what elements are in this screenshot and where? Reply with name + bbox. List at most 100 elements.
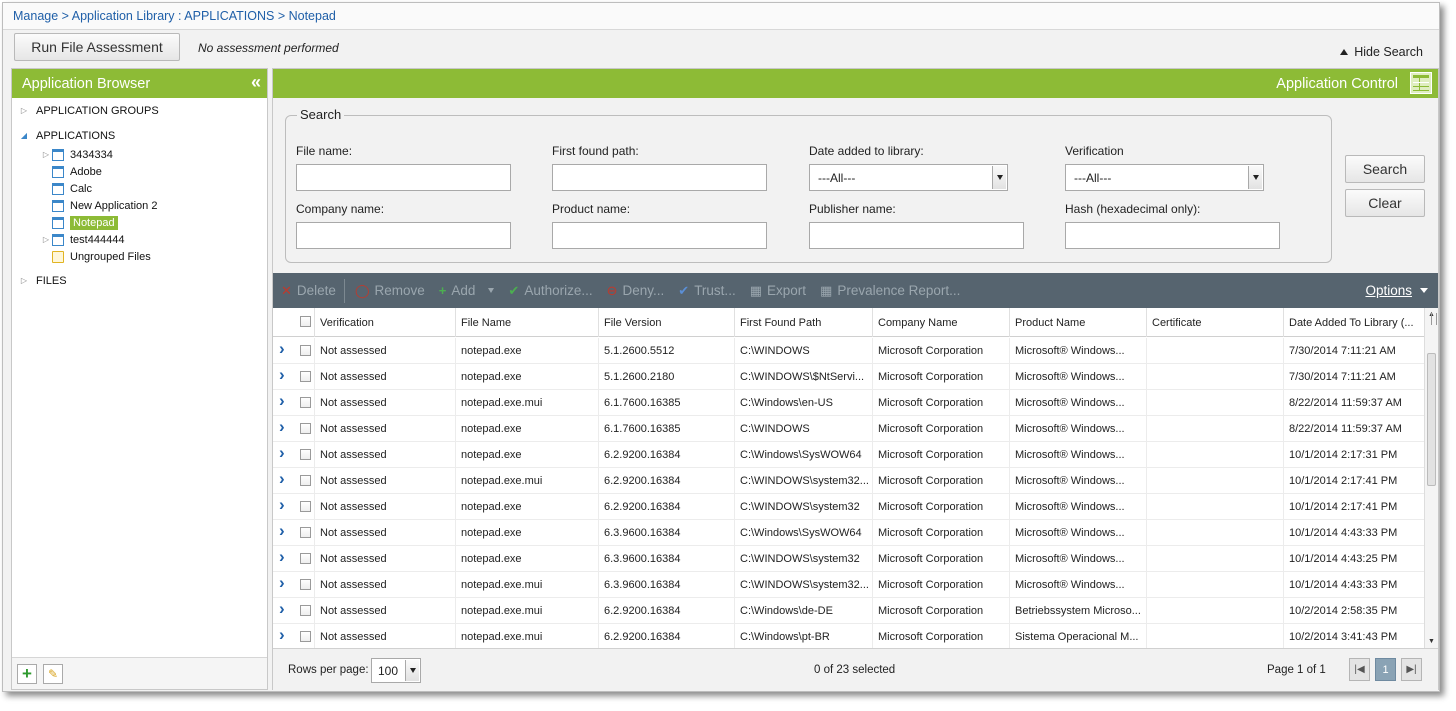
scrollbar-thumb[interactable] <box>1427 353 1436 486</box>
clear-button[interactable]: Clear <box>1345 189 1425 217</box>
row-checkbox[interactable] <box>300 423 311 434</box>
tree-item[interactable]: ▷ 3434334 <box>40 146 113 163</box>
verification-select[interactable]: ---All--- <box>1065 164 1264 191</box>
add-dropdown-icon[interactable] <box>488 288 495 293</box>
add-button[interactable]: + Add <box>439 283 495 298</box>
expand-arrow-icon[interactable]: ▷ <box>40 150 52 159</box>
row-checkbox[interactable] <box>300 527 311 538</box>
expand-row-icon[interactable]: › <box>279 547 285 567</box>
options-menu[interactable]: Options <box>1365 283 1412 298</box>
expand-arrow-icon[interactable]: ▷ <box>18 276 30 285</box>
tree-item[interactable]: New Application 2 <box>40 197 157 214</box>
row-checkbox[interactable] <box>300 605 311 616</box>
search-button[interactable]: Search <box>1345 155 1425 183</box>
expand-row-icon[interactable]: › <box>279 339 285 359</box>
tree-item[interactable]: ▷ APPLICATION GROUPS <box>18 102 159 119</box>
rows-per-page-select[interactable]: 100 <box>371 658 421 683</box>
collapse-arrow-icon[interactable]: ◢ <box>18 131 30 140</box>
current-page-button[interactable]: 1 <box>1375 658 1396 681</box>
first-found-path-input[interactable] <box>552 164 767 191</box>
breadcrumb[interactable]: Manage > Application Library : APPLICATI… <box>3 3 1439 30</box>
delete-button[interactable]: ✕ Delete <box>281 283 336 299</box>
table-row[interactable]: › Not assessed notepad.exe.mui 6.3.9600.163… <box>273 572 1424 598</box>
tree-item[interactable]: ▷ test444444 <box>40 231 124 248</box>
row-checkbox[interactable] <box>300 397 311 408</box>
table-row[interactable]: › Not assessed notepad.exe 6.3.9600.16384 C:… <box>273 520 1424 546</box>
add-group-icon[interactable]: + <box>17 664 37 684</box>
tree-item[interactable]: ◢ APPLICATIONS <box>18 127 115 144</box>
first-page-icon[interactable]: |◀ <box>1349 658 1370 681</box>
row-checkbox[interactable] <box>300 475 311 486</box>
column-header[interactable]: Product Name <box>1009 308 1146 337</box>
dropdown-arrow-icon[interactable] <box>405 660 419 681</box>
scroll-down-icon[interactable]: ▼ <box>1428 638 1435 645</box>
row-checkbox[interactable] <box>300 345 311 356</box>
table-cell: Microsoft Corporation <box>872 390 1009 416</box>
edit-group-icon[interactable]: ✎ <box>43 664 63 684</box>
vertical-scrollbar[interactable]: ▲ ▼ <box>1424 308 1438 648</box>
options-dropdown-icon[interactable] <box>1420 288 1428 293</box>
export-button[interactable]: ▦ Export <box>750 283 806 299</box>
row-checkbox[interactable] <box>300 631 311 642</box>
table-row[interactable]: › Not assessed notepad.exe.mui 6.2.9200.163… <box>273 468 1424 494</box>
remove-button[interactable]: ◯ Remove <box>355 283 425 299</box>
row-checkbox[interactable] <box>300 449 311 460</box>
date-added-select[interactable]: ---All--- <box>809 164 1008 191</box>
file-name-input[interactable] <box>296 164 511 191</box>
column-header[interactable]: Company Name <box>872 308 1009 337</box>
row-checkbox[interactable] <box>300 553 311 564</box>
table-row[interactable]: › Not assessed notepad.exe 5.1.2600.2180 C:\… <box>273 364 1424 390</box>
expand-row-icon[interactable]: › <box>279 521 285 541</box>
tree-item[interactable]: ▷ FILES <box>18 272 67 289</box>
expand-row-icon[interactable]: › <box>279 365 285 385</box>
table-row[interactable]: › Not assessed notepad.exe 6.3.9600.16384 C:… <box>273 546 1424 572</box>
row-checkbox[interactable] <box>300 501 311 512</box>
collapse-panel-icon[interactable]: « <box>251 73 261 91</box>
expand-row-icon[interactable]: › <box>279 625 285 645</box>
expand-row-icon[interactable]: › <box>279 495 285 515</box>
company-name-input[interactable] <box>296 222 511 249</box>
tree-item[interactable]: Adobe <box>40 163 102 180</box>
select-all-checkbox[interactable] <box>300 316 311 327</box>
table-view-icon[interactable] <box>1410 72 1432 94</box>
trust-button[interactable]: ✔ Trust... <box>678 283 735 299</box>
table-row[interactable]: › Not assessed notepad.exe 5.1.2600.5512 C:\… <box>273 338 1424 364</box>
row-checkbox[interactable] <box>300 579 311 590</box>
table-row[interactable]: › Not assessed notepad.exe.mui 6.2.9200.163… <box>273 598 1424 624</box>
hide-search-toggle[interactable]: Hide Search <box>1340 45 1423 59</box>
column-header[interactable]: Certificate <box>1146 308 1283 337</box>
hash-input[interactable] <box>1065 222 1280 249</box>
dropdown-arrow-icon[interactable] <box>1248 166 1262 189</box>
expand-row-icon[interactable]: › <box>279 443 285 463</box>
resize-grip-icon[interactable] <box>1431 312 1437 325</box>
prevalence-report-button[interactable]: ▦ Prevalence Report... <box>820 283 960 299</box>
dropdown-arrow-icon[interactable] <box>992 166 1006 189</box>
column-header[interactable]: Verification <box>314 308 455 337</box>
table-row[interactable]: › Not assessed notepad.exe.mui 6.2.9200.163… <box>273 624 1424 648</box>
product-name-input[interactable] <box>552 222 767 249</box>
expand-row-icon[interactable]: › <box>279 573 285 593</box>
expand-row-icon[interactable]: › <box>279 417 285 437</box>
authorize-button[interactable]: ✔ Authorize... <box>508 283 592 299</box>
run-file-assessment-button[interactable]: Run File Assessment <box>14 33 180 61</box>
publisher-name-input[interactable] <box>809 222 1024 249</box>
expand-row-icon[interactable]: › <box>279 391 285 411</box>
table-row[interactable]: › Not assessed notepad.exe.mui 6.1.7600.163… <box>273 390 1424 416</box>
expand-arrow-icon[interactable]: ▷ <box>18 106 30 115</box>
table-row[interactable]: › Not assessed notepad.exe 6.2.9200.16384 C:… <box>273 494 1424 520</box>
column-header[interactable]: First Found Path <box>734 308 872 337</box>
expand-row-icon[interactable]: › <box>279 469 285 489</box>
column-header[interactable]: Date Added To Library (... <box>1283 308 1424 337</box>
deny-button[interactable]: ⊖ Deny... <box>607 283 665 299</box>
column-header[interactable]: File Name <box>455 308 598 337</box>
last-page-icon[interactable]: ▶| <box>1401 658 1422 681</box>
row-checkbox[interactable] <box>300 371 311 382</box>
tree-item[interactable]: Notepad <box>40 214 118 231</box>
table-row[interactable]: › Not assessed notepad.exe 6.2.9200.16384 C:… <box>273 442 1424 468</box>
expand-row-icon[interactable]: › <box>279 599 285 619</box>
tree-item[interactable]: Ungrouped Files <box>40 248 151 265</box>
tree-item[interactable]: Calc <box>40 180 92 197</box>
column-header[interactable]: File Version <box>598 308 734 337</box>
table-row[interactable]: › Not assessed notepad.exe 6.1.7600.16385 C:… <box>273 416 1424 442</box>
expand-arrow-icon[interactable]: ▷ <box>40 235 52 244</box>
